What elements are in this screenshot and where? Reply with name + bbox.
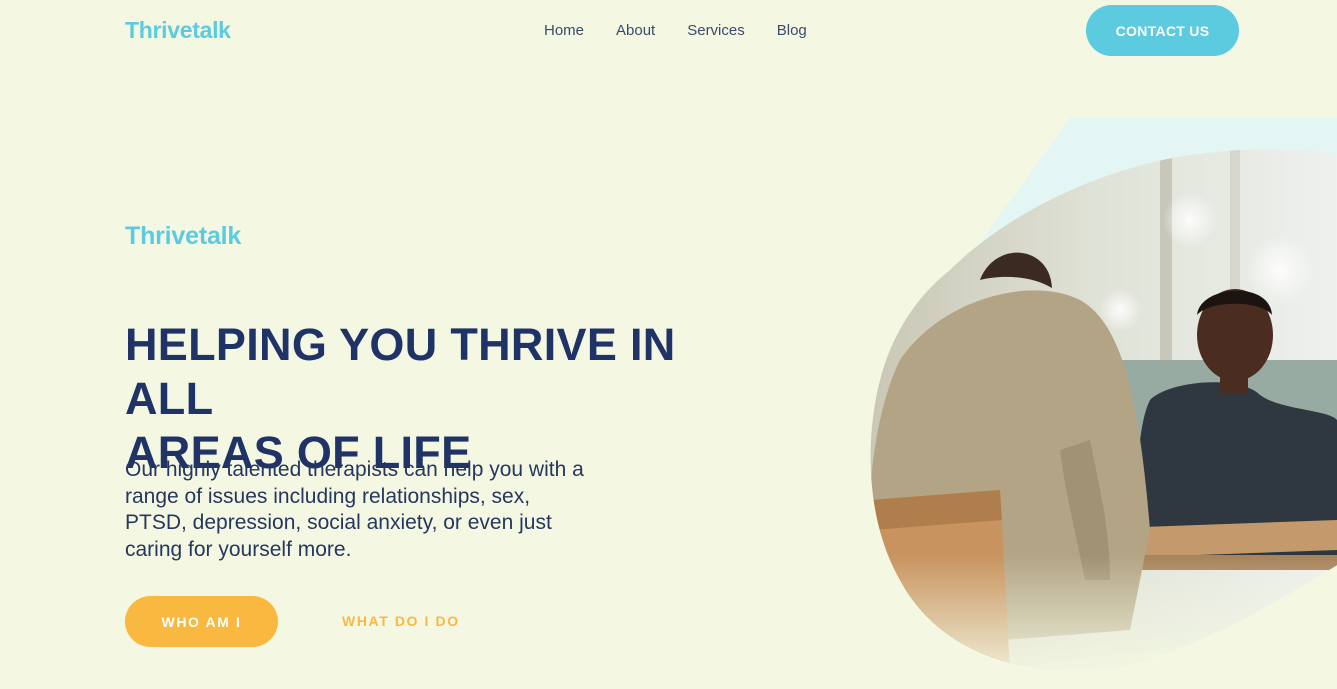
who-am-i-button[interactable]: WHO AM I (125, 596, 278, 647)
headline-line-1: HELPING YOU THRIVE IN ALL (125, 319, 676, 424)
nav-blog[interactable]: Blog (777, 22, 807, 39)
main-nav: Home About Services Blog (544, 22, 839, 39)
hero-image (870, 118, 1337, 671)
hero-description: Our highly talented therapists can help … (125, 458, 584, 561)
nav-about[interactable]: About (616, 22, 655, 39)
landing-page: Thrivetalk Home About Services Blog CONT… (0, 0, 1337, 689)
hero-eyebrow: Thrivetalk (125, 222, 242, 250)
contact-us-button[interactable]: CONTACT US (1086, 5, 1239, 56)
hero-headline: HELPING YOU THRIVE IN ALL AREAS OF LIFE (125, 318, 765, 480)
what-do-i-do-link[interactable]: WHAT DO I DO (342, 613, 460, 629)
nav-services[interactable]: Services (687, 22, 745, 39)
logo[interactable]: Thrivetalk (125, 17, 231, 44)
nav-home[interactable]: Home (544, 22, 584, 39)
